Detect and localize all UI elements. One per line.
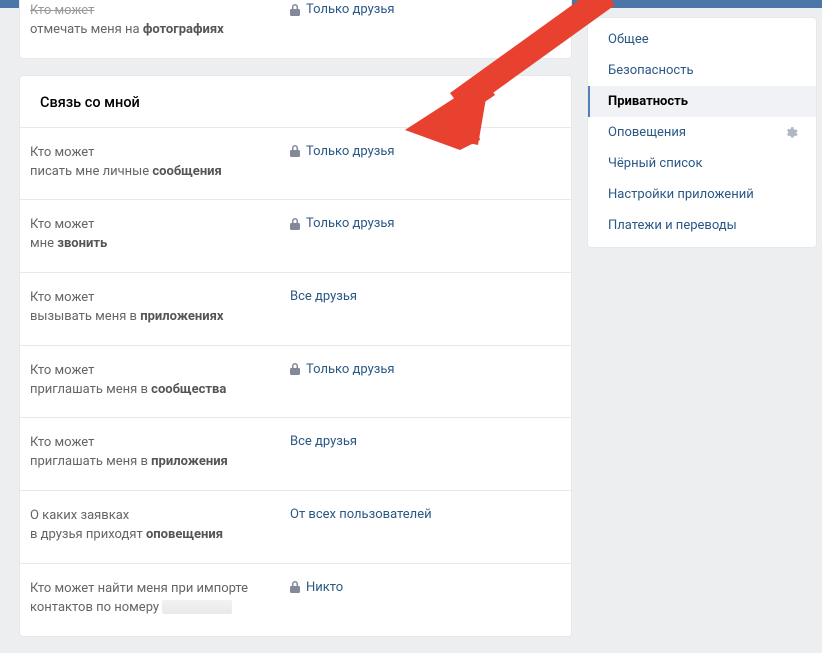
label-line2-plain: приглашать меня в	[30, 382, 151, 397]
sidebar-item-label: Общее	[608, 32, 649, 47]
redacted-phone	[162, 600, 232, 614]
setting-value-dropdown[interactable]: Никто	[290, 578, 343, 595]
sidebar-item[interactable]: Приватность	[588, 86, 816, 117]
setting-value-dropdown[interactable]: Только друзья	[290, 0, 395, 17]
lock-icon	[290, 363, 300, 375]
lock-icon	[290, 218, 300, 230]
sidebar-item[interactable]: Оповещения	[588, 117, 816, 148]
setting-row: О каких заявках в друзья приходят оповеще…	[20, 490, 571, 563]
setting-value-text: Все друзья	[290, 289, 357, 304]
setting-value-dropdown[interactable]: Все друзья	[290, 287, 357, 304]
setting-value-dropdown[interactable]: Все друзья	[290, 432, 357, 449]
setting-value-text: Никто	[306, 580, 343, 595]
sidebar-item[interactable]: Платежи и переводы	[588, 210, 816, 241]
label-line1: Кто может	[30, 435, 94, 450]
sidebar-item-label: Настройки приложений	[608, 187, 754, 202]
setting-value-dropdown[interactable]: Только друзья	[290, 360, 395, 377]
label-line2-plain: мне	[30, 236, 57, 251]
label-line1: Кто может	[30, 290, 94, 305]
label-line2-plain: контактов по номеру	[30, 600, 162, 615]
setting-value-dropdown[interactable]: Только друзья	[290, 142, 395, 159]
setting-label: Кто может найти меня при импорте контакто…	[30, 578, 290, 618]
lock-icon	[290, 145, 300, 157]
label-line1: Кто может	[30, 3, 94, 18]
setting-value-text: Только друзья	[306, 2, 395, 17]
sidebar-item-label: Платежи и переводы	[608, 218, 737, 233]
setting-label: Кто может приглашать меня в сообщества	[30, 360, 290, 400]
main-column: Кто может отмечать меня на фотографиях Т…	[19, 0, 572, 653]
label-line1: Кто может найти меня при импорте	[30, 581, 248, 596]
label-line2-plain: в друзья приходят	[30, 527, 146, 542]
section-header: Связь со мной	[20, 76, 571, 127]
label-line1: Кто может	[30, 363, 94, 378]
setting-value-dropdown[interactable]: От всех пользователей	[290, 505, 432, 522]
setting-label: Кто может отмечать меня на фотографиях	[30, 0, 290, 40]
sidebar-item-label: Безопасность	[608, 63, 694, 78]
setting-row: Кто может приглашать меня в сообщества Тол…	[20, 345, 571, 418]
setting-row: Кто может найти меня при импорте контакто…	[20, 563, 571, 636]
setting-row: Кто может приглашать меня в приложения Все…	[20, 417, 571, 490]
label-line2-bold: приложения	[151, 454, 228, 469]
setting-label: Кто может приглашать меня в приложения	[30, 432, 290, 472]
lock-icon	[290, 4, 300, 16]
label-line2-bold: фотографиях	[143, 22, 224, 37]
label-line2-bold: сообщества	[151, 382, 226, 397]
setting-label: Кто может мне звонить	[30, 214, 290, 254]
label-line2-plain: писать мне личные	[30, 164, 152, 179]
label-line1: О каких заявках	[30, 508, 129, 523]
label-line2-plain: вызывать меня в	[30, 309, 140, 324]
label-line2-plain: приглашать меня в	[30, 454, 151, 469]
card-contact-section: Связь со мной Кто может писать мне личные…	[19, 75, 572, 637]
setting-row-tagging: Кто может отмечать меня на фотографиях Т…	[20, 0, 571, 58]
label-line1: Кто может	[30, 217, 94, 232]
setting-row: Кто может писать мне личные сообщения Толь…	[20, 127, 571, 200]
sidebar-item-label: Чёрный список	[608, 156, 702, 171]
sidebar-item[interactable]: Настройки приложений	[588, 179, 816, 210]
lock-icon	[290, 581, 300, 593]
label-line2-plain: отмечать меня на	[30, 22, 143, 37]
setting-value-text: Только друзья	[306, 144, 395, 159]
sidebar-item-label: Приватность	[608, 94, 688, 109]
setting-value-text: Только друзья	[306, 216, 395, 231]
setting-label: Кто может вызывать меня в приложениях	[30, 287, 290, 327]
card-prev-section: Кто может отмечать меня на фотографиях Т…	[19, 0, 572, 59]
setting-label: Кто может писать мне личные сообщения	[30, 142, 290, 182]
label-line2-bold: сообщения	[152, 164, 221, 179]
setting-value-text: От всех пользователей	[290, 507, 432, 522]
settings-sidebar: Общее Безопасность Приватность Оповещения Чё…	[587, 17, 817, 248]
label-line1: Кто может	[30, 145, 94, 160]
sidebar-item[interactable]: Общее	[588, 24, 816, 55]
label-line2-bold: звонить	[57, 236, 107, 251]
sidebar-item[interactable]: Безопасность	[588, 55, 816, 86]
setting-row: Кто может мне звонить Только друзья	[20, 199, 571, 272]
setting-label: О каких заявках в друзья приходят оповеще…	[30, 505, 290, 545]
gear-icon[interactable]	[784, 126, 798, 140]
sidebar-item-label: Оповещения	[608, 125, 686, 140]
sidebar-item[interactable]: Чёрный список	[588, 148, 816, 179]
setting-value-text: Все друзья	[290, 434, 357, 449]
label-line2-bold: оповещения	[146, 527, 223, 542]
setting-value-dropdown[interactable]: Только друзья	[290, 214, 395, 231]
setting-value-text: Только друзья	[306, 362, 395, 377]
setting-row: Кто может вызывать меня в приложениях Все …	[20, 272, 571, 345]
label-line2-bold: приложениях	[140, 309, 223, 324]
